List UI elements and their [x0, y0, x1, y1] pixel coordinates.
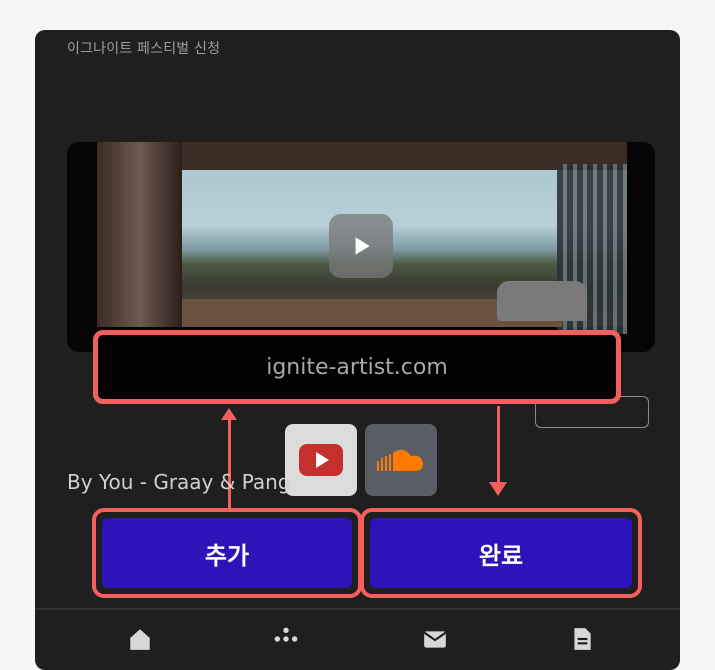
track-title: By You - Graay & Pang [67, 470, 291, 494]
bottom-nav [35, 626, 680, 666]
play-button[interactable] [329, 214, 393, 278]
annotation-arrow-up [221, 408, 237, 508]
app-screen: 이그나이트 페스티벌 신청 ignite-artist.com By You -… [35, 30, 680, 670]
page-title: 이그나이트 페스티벌 신청 [67, 41, 221, 57]
done-button[interactable]: 완료 [360, 508, 642, 598]
youtube-source-button[interactable] [285, 424, 357, 496]
thumbnail-sofa [497, 281, 587, 321]
annotation-arrow-down [489, 406, 507, 496]
add-button[interactable]: 추가 [92, 508, 362, 598]
nav-divider [35, 608, 680, 610]
soundcloud-source-button[interactable] [365, 424, 437, 496]
soundcloud-icon [377, 449, 423, 471]
url-field[interactable]: ignite-artist.com [93, 330, 621, 404]
video-player[interactable] [67, 142, 655, 352]
play-icon [355, 237, 370, 255]
home-icon[interactable] [127, 626, 153, 652]
dots-icon[interactable] [273, 626, 299, 652]
add-button-label: 추가 [102, 518, 352, 588]
document-icon[interactable] [569, 626, 595, 652]
thumbnail-curtain-left [97, 142, 182, 327]
youtube-icon [299, 444, 343, 476]
mail-icon[interactable] [422, 626, 448, 652]
done-button-label: 완료 [370, 518, 632, 588]
